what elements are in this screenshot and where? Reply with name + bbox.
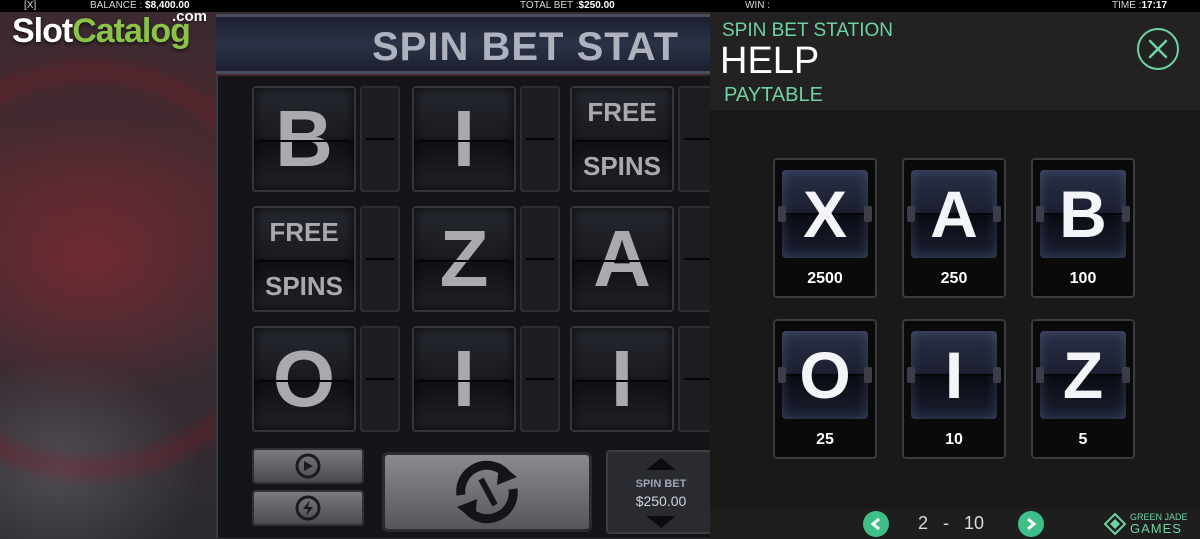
chevron-left-icon — [870, 517, 880, 531]
symbol-letter: I — [610, 334, 634, 423]
close-icon — [1148, 39, 1168, 59]
page-indicator: 2 - 10 — [918, 513, 984, 534]
bet-selector: SPIN BET $250.00 — [606, 450, 712, 534]
payout-value: 100 — [1069, 270, 1097, 287]
spin-icon — [456, 460, 518, 524]
reel-side-slot — [520, 326, 560, 432]
reel-side-slot — [520, 86, 560, 192]
slot-machine: B I FREE SPINS FREE SPINS Z A O I I SPIN… — [216, 76, 718, 538]
paytable-card: X 2500 — [773, 158, 877, 298]
paytable-symbol: Z — [1036, 331, 1130, 419]
reel-symbol: FREE SPINS — [252, 206, 356, 312]
bet-label: SPIN BET — [635, 478, 687, 490]
paytable-card: A 250 — [902, 158, 1006, 298]
green-jade-games-logo: GREEN JADE GAMES — [1104, 512, 1194, 536]
reel-symbol: A — [570, 206, 674, 312]
symbol-letter: O — [799, 338, 851, 412]
paytable-symbol: B — [1036, 170, 1130, 258]
exit-button[interactable]: [X] — [24, 0, 36, 12]
previous-page-button[interactable] — [863, 511, 889, 537]
symbol-letter: I — [452, 94, 476, 183]
symbol-letter: B — [1059, 177, 1107, 251]
symbol-letter: I — [452, 334, 476, 423]
symbol-letter: Z — [1062, 338, 1104, 412]
payout-value: 250 — [940, 270, 968, 287]
reel-side-slot — [360, 326, 400, 432]
symbol-letter: I — [944, 338, 964, 412]
free-spins-symbol: FREE SPINS — [582, 97, 662, 181]
paytable-symbol: O — [778, 331, 872, 419]
bet-value: $250.00 — [635, 493, 687, 509]
reel-row: OII — [248, 326, 718, 436]
reel-symbol: O — [252, 326, 356, 432]
symbol-letter: Z — [439, 214, 489, 303]
spin-button[interactable] — [382, 452, 592, 532]
symbol-letter: B — [275, 94, 333, 183]
help-section-title: PAYTABLE — [724, 84, 823, 106]
help-header: SPIN BET STATION HELP PAYTABLE — [710, 12, 1200, 110]
paytable-card: B 100 — [1031, 158, 1135, 298]
game-title-panel: SPIN BET STAT — [216, 14, 710, 74]
paytable-card: O 25 — [773, 319, 877, 459]
reel-symbol: FREE SPINS — [570, 86, 674, 192]
help-footer: 2 - 10 GREEN JADE GAMES — [710, 508, 1200, 539]
payout-value: 25 — [816, 431, 834, 448]
symbol-letter: A — [930, 177, 978, 251]
paytable-card: Z5 — [1031, 319, 1135, 459]
paytable-symbol: A — [907, 170, 1001, 258]
reel-symbol: Z — [412, 206, 516, 312]
paytable: X 2500 A 250 B 100 O 25 I 10 Z 5 — [710, 110, 1200, 508]
payout-value: 2500 — [807, 270, 843, 287]
free-spins-symbol: FREE SPINS — [264, 217, 344, 301]
reel-side-slot — [360, 86, 400, 192]
reel-symbol: I — [570, 326, 674, 432]
reel-side-slot — [520, 206, 560, 312]
slotcatalog-logo: SlotCatalog .com — [12, 8, 208, 50]
win-display: WIN : — [745, 0, 770, 11]
payout-value: 10 — [945, 431, 963, 448]
reel-row: B I FREE SPINS — [248, 86, 718, 196]
arrow-up-icon — [646, 458, 676, 470]
help-panel: SPIN BET STATION HELP PAYTABLE X 2500 A 250… — [710, 12, 1200, 539]
symbol-letter: X — [802, 177, 848, 251]
autoplay-button[interactable] — [252, 448, 364, 484]
symbol-letter: O — [272, 334, 336, 423]
symbol-letter: A — [593, 214, 651, 303]
bet-increase-button[interactable] — [626, 458, 696, 472]
payout-value: 5 — [1078, 431, 1088, 448]
jade-diamond-icon — [1104, 513, 1126, 535]
page-separator: - — [943, 513, 950, 533]
reel-symbol: I — [412, 86, 516, 192]
total-bet-value: $250.00 — [578, 0, 615, 11]
game-title: SPIN BET STAT — [372, 25, 680, 69]
page-total: 10 — [964, 513, 985, 533]
close-help-button[interactable] — [1137, 28, 1179, 70]
page-current: 2 — [918, 513, 929, 533]
help-title: HELP — [720, 40, 820, 82]
arrow-down-icon — [646, 516, 676, 528]
reel-row: FREE SPINS Z A — [248, 206, 718, 316]
paytable-symbol: I — [907, 331, 1001, 419]
time-display: TIME :17:17 — [1112, 0, 1168, 11]
chevron-right-icon — [1027, 517, 1037, 531]
next-page-button[interactable] — [1018, 511, 1044, 537]
bet-decrease-button[interactable] — [626, 516, 696, 530]
reel-side-slot — [360, 206, 400, 312]
reel-symbol: I — [412, 326, 516, 432]
turbo-button[interactable] — [252, 490, 364, 526]
total-bet-display: TOTAL BET :$250.00 — [520, 0, 615, 11]
controls: SPIN BET $250.00 — [248, 444, 712, 538]
help-game-name: SPIN BET STATION — [722, 20, 894, 41]
time-value: 17:17 — [1141, 0, 1168, 11]
paytable-symbol: X — [778, 170, 872, 258]
reel-symbol: B — [252, 86, 356, 192]
autoplay-icon — [295, 453, 321, 479]
paytable-card: I 10 — [902, 319, 1006, 459]
turbo-spin-icon — [295, 495, 321, 521]
